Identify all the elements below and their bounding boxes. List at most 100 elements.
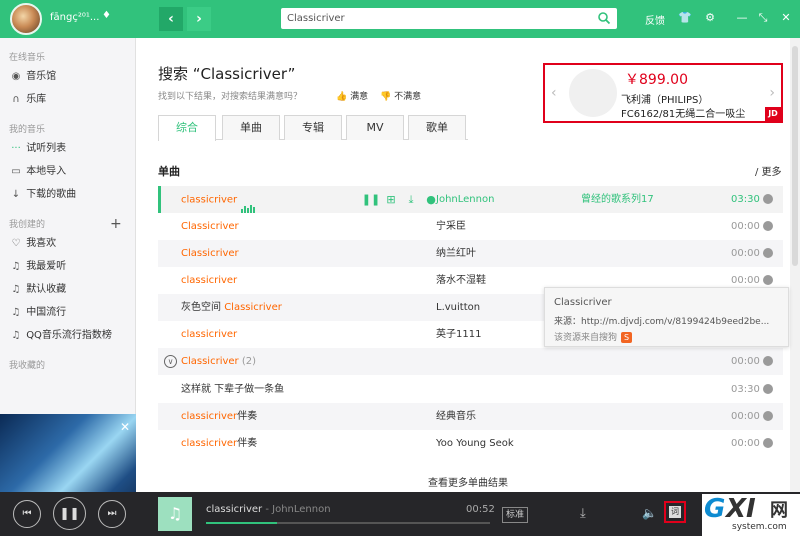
tab-mv[interactable]: MV [346,115,404,140]
song-title[interactable]: Classicriver [181,213,239,240]
music-note-icon: ♫ [167,504,183,523]
search-input[interactable] [281,8,581,29]
song-title[interactable]: classicriver [181,186,256,214]
sidebar-item-downloaded[interactable]: ↓ 下载的歌曲 [9,185,129,205]
sidebar-item-local-import[interactable]: ▭ 本地导入 [9,162,129,182]
close-icon[interactable]: ✕ [779,11,793,25]
view-more-songs-link[interactable]: 查看更多单曲结果 [428,474,508,489]
chevron-down-icon[interactable]: ∨ [164,355,177,368]
song-artist[interactable]: Yoo Young Seok [436,430,514,457]
tab-playlists[interactable]: 歌单 [408,115,466,140]
table-row[interactable]: 这样就 下辈子做一条鱼 03:30 [158,376,783,403]
forward-button[interactable]: › [187,7,211,31]
satisfied-button[interactable]: 👍 满意 [336,89,368,102]
sidebar-item-radio[interactable]: ∩ 乐库 [9,90,129,110]
chevron-right-icon[interactable]: › [769,85,775,101]
song-title[interactable]: classicriver [181,321,237,348]
song-title[interactable]: Classicriver [181,240,239,267]
lyrics-button[interactable]: 词 [664,501,686,523]
table-row[interactable]: ∨ Classicriver (2) 00:00 [158,348,783,375]
table-row[interactable]: classicriver ❚❚ ⊞ ⤓ ● JohnLennon 曾经的歌系列17 0… [158,186,783,213]
tab-all[interactable]: 综合 [158,115,216,141]
back-button[interactable]: ‹ [159,7,183,31]
volume-icon[interactable]: 🔈 [642,506,657,520]
close-icon[interactable]: ✕ [120,420,130,434]
now-playing-title[interactable]: classicriver - JohnLennon [206,504,331,515]
next-button[interactable]: ⏭ [98,500,126,528]
song-title[interactable]: 灰色空间 Classicriver [181,294,282,321]
mini-mode-icon[interactable]: ⤡ [756,11,770,25]
sidebar-item-favorites[interactable]: ♡ 我喜欢 [9,234,129,254]
sidebar-item-china-pop[interactable]: ♫ 中国流行 [9,303,129,323]
watermark-wang: 网 [770,500,788,521]
song-title[interactable]: classicriver伴奏 [181,430,257,457]
sidebar-item-music-hall[interactable]: ◉ 音乐馆 [9,67,129,87]
source-icon[interactable] [763,194,773,204]
song-name: 这样就 下辈子做一条鱼 [181,384,285,395]
sogou-icon: S [621,332,633,343]
sidebar-item-most-played[interactable]: ♫ 我最爱听 [9,257,129,277]
scrollbar[interactable] [790,38,800,492]
table-row[interactable]: classicriver伴奏 经典音乐 00:00 [158,403,783,430]
skin-shirt-icon[interactable]: 👕 [678,11,692,25]
source-icon[interactable] [763,411,773,421]
username[interactable]: fāngç²⁰¹... [50,12,99,23]
table-row[interactable]: Classicriver 纳兰红叶 00:00 [158,240,783,267]
source-icon[interactable] [763,356,773,366]
download-icon[interactable]: ⤓ [580,506,586,521]
song-artist[interactable]: 宁采臣 [436,213,466,240]
source-icon[interactable] [763,384,773,394]
song-title[interactable]: classicriver伴奏 [181,403,257,430]
table-row[interactable]: Classicriver 宁采臣 00:00 [158,213,783,240]
song-artist[interactable]: JohnLennon [436,186,494,213]
ad-line-1: 飞利浦（PHILIPS） [621,95,709,106]
minimize-icon[interactable]: — [735,11,749,25]
tab-albums[interactable]: 专辑 [284,115,342,140]
section-created: 我创建的 [9,220,46,230]
chevron-left-icon[interactable]: ‹ [551,85,557,101]
gear-icon[interactable]: ⚙ [703,11,717,25]
sidebar-item-trial-list[interactable]: ··· 试听列表 [9,139,129,159]
pause-icon[interactable]: ❚❚ [361,186,381,213]
album-cover[interactable]: ♫ [158,497,192,531]
song-artist[interactable]: L.vuitton [436,294,480,321]
avatar[interactable] [10,3,42,35]
heart-icon: ♡ [11,238,21,249]
song-duration: 03:30 [731,194,760,205]
ad-banner[interactable]: ‹ ￥899.00 飞利浦（PHILIPS） FC6162/81无绳二合一吸尘 … [543,63,783,123]
sidebar-item-default-collection[interactable]: ♫ 默认收藏 [9,280,129,300]
scrollbar-thumb[interactable] [792,46,798,266]
unsatisfied-button[interactable]: 👎 不满意 [380,89,421,102]
sidebar-item-label: QQ音乐流行指数榜 [26,330,112,341]
source-icon[interactable] [763,248,773,258]
more-link[interactable]: / 更多 [755,163,782,178]
song-artist[interactable]: 落水不湿鞋 [436,267,486,294]
song-title[interactable]: 这样就 下辈子做一条鱼 [181,376,284,403]
sidebar-item-qq-index[interactable]: ♫ QQ音乐流行指数榜 [9,326,129,346]
add-playlist-icon[interactable]: + [110,216,122,232]
progress-bar[interactable] [206,522,490,524]
song-title[interactable]: Classicriver (2) [181,348,256,375]
download-icon[interactable]: ⤓ [401,186,421,213]
sidebar: 在线音乐 ◉ 音乐馆 ∩ 乐库 我的音乐 ··· 试听列表 ▭ 本地导入 ↓ 下… [0,38,136,530]
search-icon[interactable] [597,11,611,25]
table-row[interactable]: classicriver伴奏 Yoo Young Seok 00:00 [158,430,783,457]
source-icon[interactable] [763,438,773,448]
progress-fill [206,522,277,524]
previous-button[interactable]: ⏮ [13,500,41,528]
add-icon[interactable]: ⊞ [381,186,401,213]
vip-diamond-icon[interactable]: ♦ [102,10,111,21]
tab-songs[interactable]: 单曲 [222,115,280,140]
song-title[interactable]: classicriver [181,267,237,294]
song-artist[interactable]: 经典音乐 [436,403,476,430]
feedback-link[interactable]: 反馈 [645,12,665,27]
song-artist[interactable]: 纳兰红叶 [436,240,476,267]
song-album[interactable]: 曾经的歌系列17 [581,186,654,213]
song-artist[interactable]: 英子1111 [436,321,481,348]
source-icon[interactable] [763,221,773,231]
sidebar-item-label: 我喜欢 [26,238,57,249]
source-icon[interactable] [763,275,773,285]
quality-selector[interactable]: 标准 [502,507,529,523]
satisfied-label: 满意 [350,92,369,102]
pause-button[interactable]: ❚❚ [53,497,86,530]
